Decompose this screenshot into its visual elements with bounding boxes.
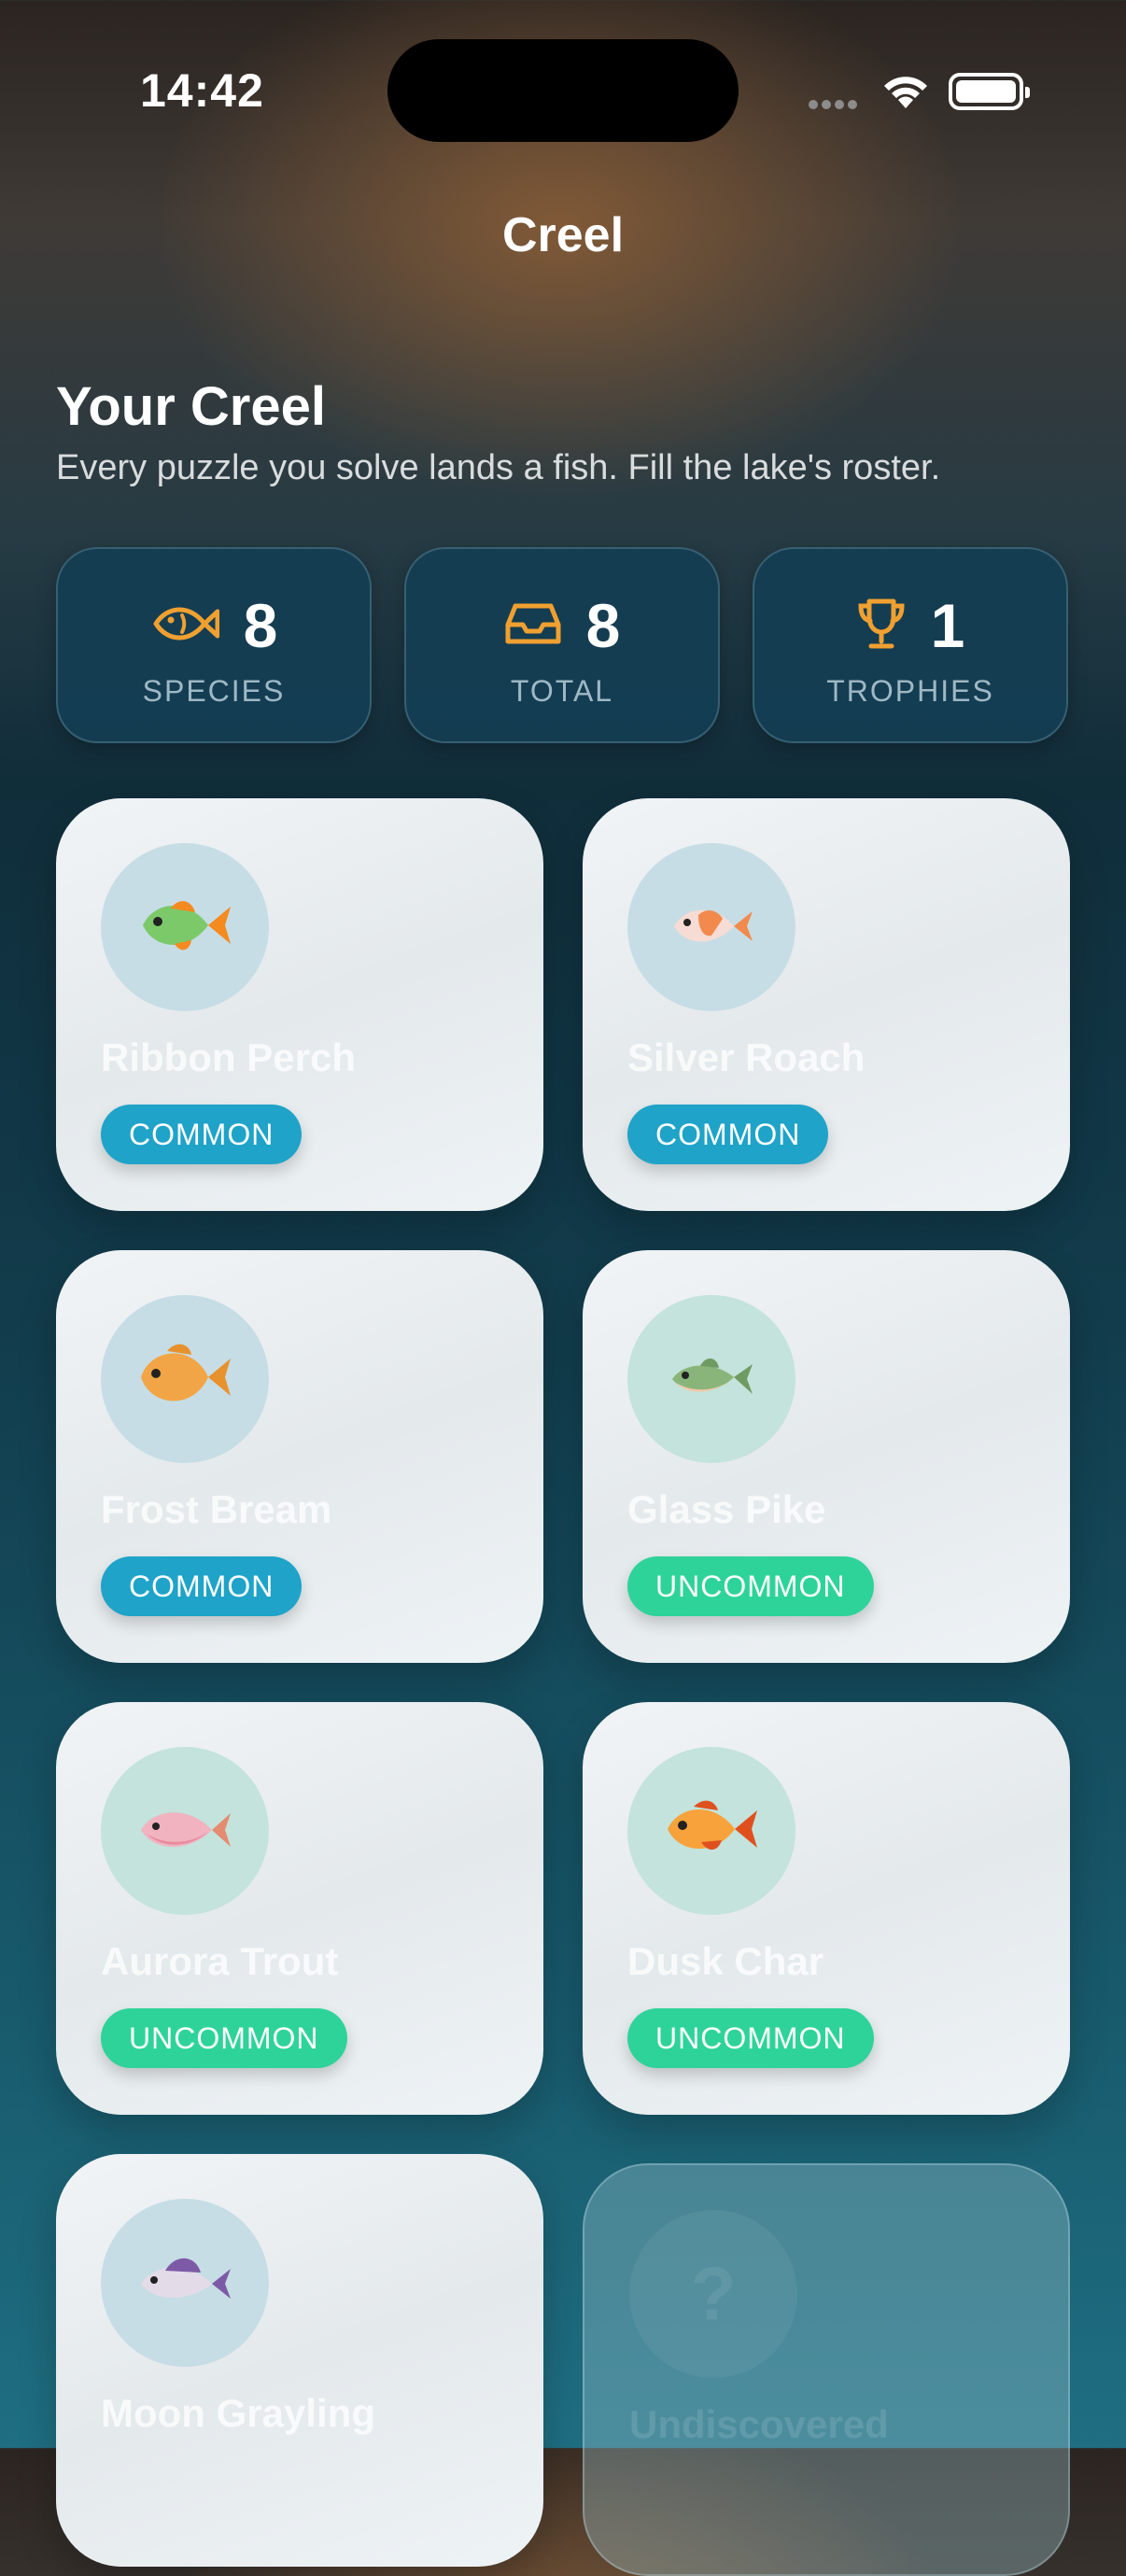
trophy-icon (856, 597, 907, 655)
stat-species: 8 SPECIES (56, 547, 372, 743)
dynamic-island (387, 39, 739, 142)
fish-icon (660, 1792, 763, 1871)
fish-icon-container (101, 1295, 269, 1463)
nav-title: Creel (501, 208, 625, 262)
fish-icon (665, 1347, 758, 1412)
fish-name: Aurora Trout (101, 1939, 339, 1983)
rarity-badge: UNCOMMON (627, 1556, 874, 1616)
fish-name: Dusk Char (627, 1939, 824, 1983)
page-title: Your Creel (56, 376, 327, 437)
stat-total-value: 8 (585, 591, 621, 660)
fish-card-aurora-trout[interactable]: Aurora Trout UNCOMMON (56, 1702, 543, 2115)
fish-icon-container (627, 1295, 795, 1463)
fish-icon (134, 1796, 236, 1866)
stat-total: 8 TOTAL (404, 547, 720, 743)
fish-icon (150, 600, 220, 652)
fish-icon-container (627, 843, 795, 1011)
fish-name: Glass Pike (627, 1487, 826, 1531)
stat-species-value: 8 (243, 591, 278, 660)
question-mark-icon: ? (629, 2210, 797, 2378)
rarity-badge: COMMON (627, 1105, 829, 1164)
fish-name: Silver Roach (627, 1035, 866, 1079)
fish-name: Frost Bream (101, 1487, 332, 1531)
wifi-icon (880, 71, 932, 115)
fish-icon-container (101, 1747, 269, 1915)
fish-icon (134, 1338, 236, 1421)
fish-icon (665, 893, 758, 963)
fish-name: Moon Grayling (101, 2391, 375, 2435)
fish-name: Ribbon Perch (101, 1035, 357, 1079)
cellular-signal-icon (809, 97, 865, 109)
fish-card-moon-grayling[interactable]: Moon Grayling (56, 2154, 543, 2567)
stat-species-label: SPECIES (142, 674, 286, 708)
fish-card-undiscovered[interactable]: ? Undiscovered (583, 2163, 1070, 2576)
rarity-badge: COMMON (101, 1105, 303, 1164)
tray-icon (504, 600, 562, 652)
fish-name: Undiscovered (629, 2402, 889, 2446)
status-time: 14:42 (140, 64, 264, 117)
fish-card-ribbon-perch[interactable]: Ribbon Perch COMMON (56, 798, 543, 1211)
fish-icon-container (101, 2199, 269, 2367)
fish-icon-container (627, 1747, 795, 1915)
fish-icon (134, 2248, 236, 2318)
fish-card-frost-bream[interactable]: Frost Bream COMMON (56, 1250, 543, 1663)
rarity-badge: UNCOMMON (627, 2008, 874, 2068)
stat-trophies-value: 1 (930, 591, 965, 660)
rarity-badge: UNCOMMON (101, 2008, 347, 2068)
fish-card-dusk-char[interactable]: Dusk Char UNCOMMON (583, 1702, 1070, 2115)
fish-card-glass-pike[interactable]: Glass Pike UNCOMMON (583, 1250, 1070, 1663)
stat-total-label: TOTAL (510, 674, 614, 708)
rarity-badge: COMMON (101, 1556, 303, 1616)
fish-icon-container (101, 843, 269, 1011)
battery-icon (949, 73, 1030, 110)
fish-card-silver-roach[interactable]: Silver Roach COMMON (583, 798, 1070, 1211)
stat-trophies: 1 TROPHIES (753, 547, 1068, 743)
stat-trophies-label: TROPHIES (826, 674, 994, 708)
fish-icon (134, 888, 236, 967)
page-subtitle: Every puzzle you solve lands a fish. Fil… (56, 448, 941, 487)
